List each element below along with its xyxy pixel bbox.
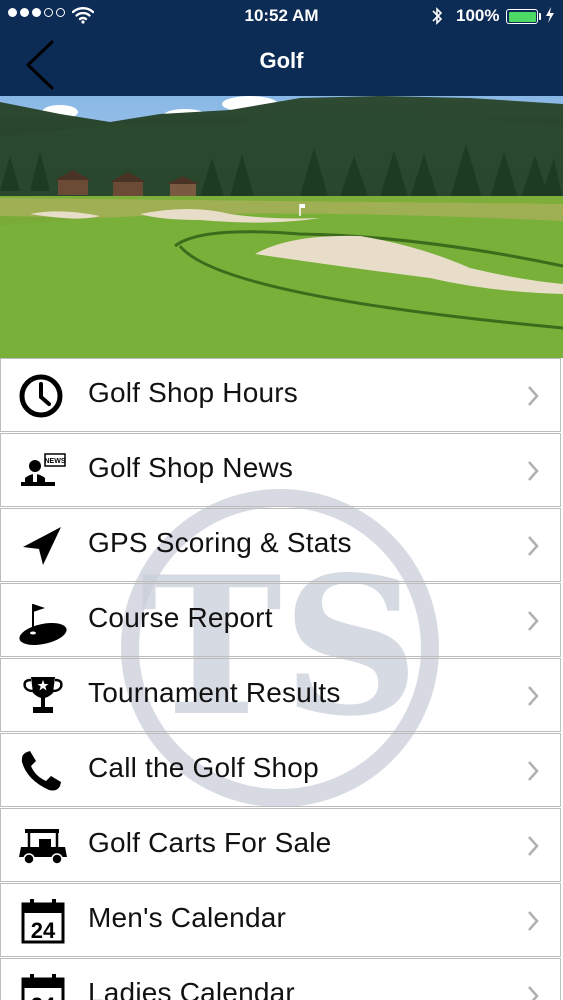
news-anchor-icon: NEWS — [21, 453, 66, 486]
menu-item-label: Men's Calendar — [88, 902, 287, 933]
charging-bolt-icon — [545, 6, 555, 28]
clock-icon — [19, 374, 63, 418]
menu-item-label: Golf Carts For Sale — [88, 827, 332, 858]
page-title: Golf — [259, 48, 304, 73]
menu-item-golf-shop-hours[interactable]: Golf Shop Hours — [0, 358, 561, 432]
golf-cart-icon — [19, 829, 67, 865]
chevron-right-icon — [528, 461, 539, 481]
battery-nub — [539, 13, 541, 20]
menu-item-ladies-calendar[interactable]: 24 Ladies Calendar — [0, 958, 561, 1000]
top-bar: 10:52 AM 100% Golf — [0, 0, 563, 96]
calendar-day-text: 24 — [31, 993, 56, 1000]
golf-green-flag-icon — [19, 604, 67, 645]
chevron-right-icon — [528, 686, 539, 706]
chevron-right-icon — [528, 536, 539, 556]
calendar-icon: 24 — [21, 974, 65, 1000]
golf-course-photo — [0, 96, 563, 358]
calendar-icon: 24 — [21, 899, 65, 944]
menu-item-call-the-golf-shop[interactable]: Call the Golf Shop — [0, 733, 561, 807]
menu-item-golf-carts-for-sale[interactable]: Golf Carts For Sale — [0, 808, 561, 882]
battery-percent: 100% — [456, 6, 500, 25]
bluetooth-icon — [430, 6, 444, 31]
menu-item-label: Tournament Results — [88, 677, 341, 708]
chevron-right-icon — [528, 986, 539, 1000]
chevron-right-icon — [528, 611, 539, 631]
trophy-icon — [23, 677, 63, 713]
calendar-day-text: 24 — [31, 918, 56, 943]
menu-item-label: Golf Shop Hours — [88, 377, 298, 408]
menu-item-label: Golf Shop News — [88, 452, 294, 483]
menu-item-golf-shop-news[interactable]: NEWS Golf Shop News — [0, 433, 561, 507]
location-arrow-icon — [23, 527, 61, 565]
chevron-right-icon — [528, 761, 539, 781]
menu-item-label: Call the Golf Shop — [88, 752, 319, 783]
battery-icon — [506, 9, 538, 24]
menu-item-label: Course Report — [88, 602, 273, 633]
chevron-right-icon — [528, 386, 539, 406]
chevron-right-icon — [528, 911, 539, 931]
news-badge-text: NEWS — [45, 458, 66, 465]
menu-item-mens-calendar[interactable]: 24 Men's Calendar — [0, 883, 561, 957]
chevron-right-icon — [528, 836, 539, 856]
menu-item-label: GPS Scoring & Stats — [88, 527, 352, 558]
menu-item-label: Ladies Calendar — [88, 977, 295, 1000]
phone-icon — [21, 751, 61, 791]
menu-item-tournament-results[interactable]: Tournament Results — [0, 658, 561, 732]
menu-item-gps-scoring-stats[interactable]: GPS Scoring & Stats — [0, 508, 561, 582]
golf-menu-list: TS Golf Shop Hours NEWS Golf Shop News G… — [0, 358, 563, 1000]
status-bar: 10:52 AM 100% — [0, 0, 563, 32]
menu-item-course-report[interactable]: Course Report — [0, 583, 561, 657]
